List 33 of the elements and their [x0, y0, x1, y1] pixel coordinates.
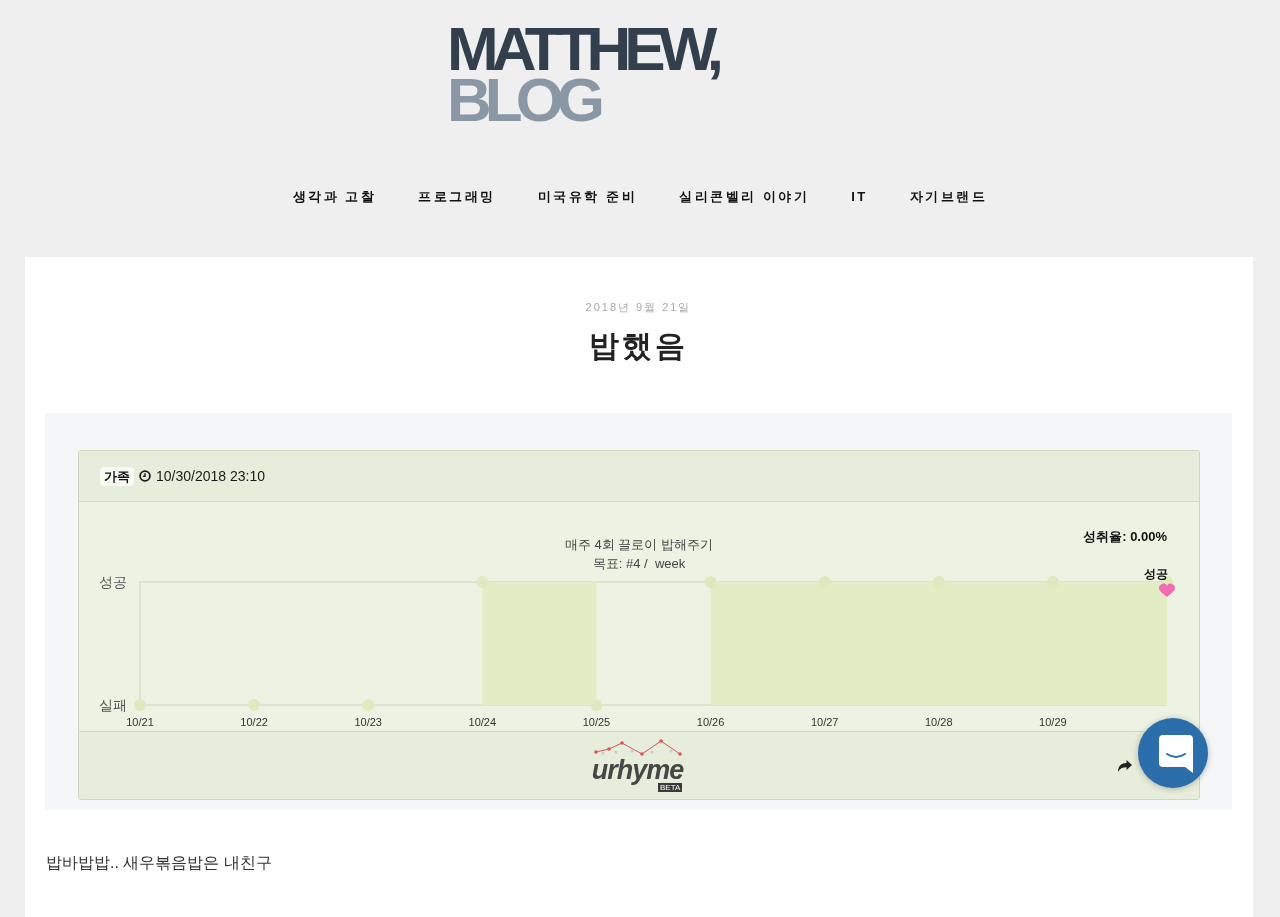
nav-link[interactable]: 프로그래밍 [418, 187, 496, 207]
axis-label: 10/26 [696, 716, 725, 728]
timestamp-text: 10/30/2018 23:10 [156, 467, 265, 485]
category-tag: 가족 [100, 466, 134, 486]
nav-link[interactable]: IT [851, 187, 868, 207]
chart-subtitle: 목표: #4 / week [592, 556, 686, 571]
nav-link[interactable]: 실리콘벨리 이야기 [679, 187, 810, 207]
share-icon[interactable] [1118, 759, 1132, 772]
chat-bubble-icon [1159, 735, 1193, 773]
axis-label: 10/24 [468, 716, 497, 728]
axis-label: 성공 [99, 574, 127, 590]
beta-badge: BETA [657, 783, 683, 792]
axis-label: 10/23 [354, 716, 382, 728]
nav-link[interactable]: 생각과 고찰 [292, 187, 377, 207]
nav-link[interactable]: 자기브랜드 [909, 187, 988, 207]
axis-label: 10/29 [1039, 716, 1067, 728]
post-date: 2018년 9월 21일 [585, 300, 692, 314]
nav-link[interactable]: 미국유학 준비 [537, 187, 638, 207]
logo-sparkline-icon [594, 739, 684, 757]
annotation-label: 성공 [1144, 567, 1168, 581]
post-title: 밥했음 [589, 328, 688, 364]
axis-label: 10/22 [240, 716, 268, 728]
chart-title: 매주 4회 끌로이 밥해주기 [564, 537, 714, 552]
footer-logo-text[interactable]: urhyme [591, 757, 687, 783]
axis-label: 실패 [99, 697, 127, 713]
axis-label: 10/28 [925, 716, 953, 728]
axis-label: 10/25 [582, 716, 611, 728]
axis-label: 10/21 [126, 716, 154, 728]
clock-icon [139, 470, 151, 482]
axis-label: 10/27 [810, 716, 839, 728]
post-body-text: 밥바밥밥.. 새우볶음밥은 내친구 [46, 853, 273, 873]
achievement-rate: 성취율: 0.00% [1083, 529, 1167, 544]
heart-icon [1159, 583, 1175, 597]
